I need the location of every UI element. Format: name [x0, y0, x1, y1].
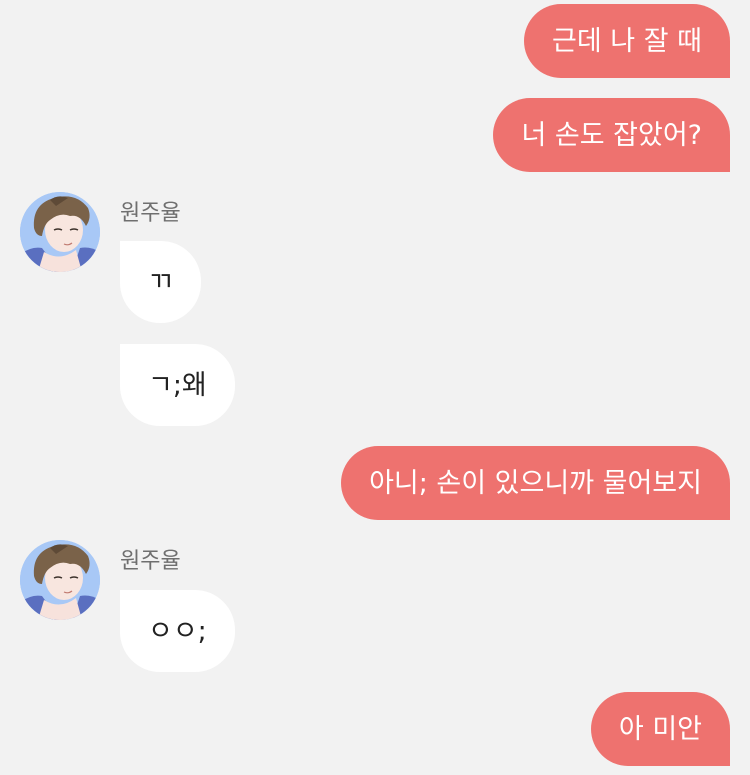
chat-thread: 근데 나 잘 때 너 손도 잡았어? 원주율 ㄲ ㄱ;왜 아니; 손이 있으니까…: [0, 0, 750, 775]
outgoing-message-bubble[interactable]: 아니; 손이 있으니까 물어보지: [341, 446, 730, 520]
outgoing-message-bubble[interactable]: 너 손도 잡았어?: [493, 98, 730, 172]
sender-name: 원주율: [120, 549, 181, 574]
message-text: 너 손도 잡았어?: [521, 119, 702, 151]
message-text: ㄲ: [148, 266, 173, 298]
message-text: 근데 나 잘 때: [552, 25, 702, 57]
boy-portrait-avatar-icon: [20, 192, 100, 272]
message-text: 아 미안: [618, 713, 702, 745]
incoming-message-bubble[interactable]: ㄱ;왜: [120, 344, 235, 426]
message-text: ㄱ;왜: [148, 369, 207, 401]
contact-avatar[interactable]: [20, 540, 100, 620]
message-text: 아니; 손이 있으니까 물어보지: [369, 467, 702, 499]
outgoing-message-bubble[interactable]: 아 미안: [590, 692, 730, 766]
outgoing-message-bubble[interactable]: 근데 나 잘 때: [524, 4, 730, 78]
incoming-message-bubble[interactable]: ㄲ: [120, 241, 201, 323]
incoming-message-bubble[interactable]: ㅇㅇ;: [120, 590, 235, 672]
message-text: ㅇㅇ;: [148, 615, 207, 647]
contact-avatar[interactable]: [20, 192, 100, 272]
boy-portrait-avatar-icon: [20, 540, 100, 620]
sender-name: 원주율: [120, 201, 181, 226]
